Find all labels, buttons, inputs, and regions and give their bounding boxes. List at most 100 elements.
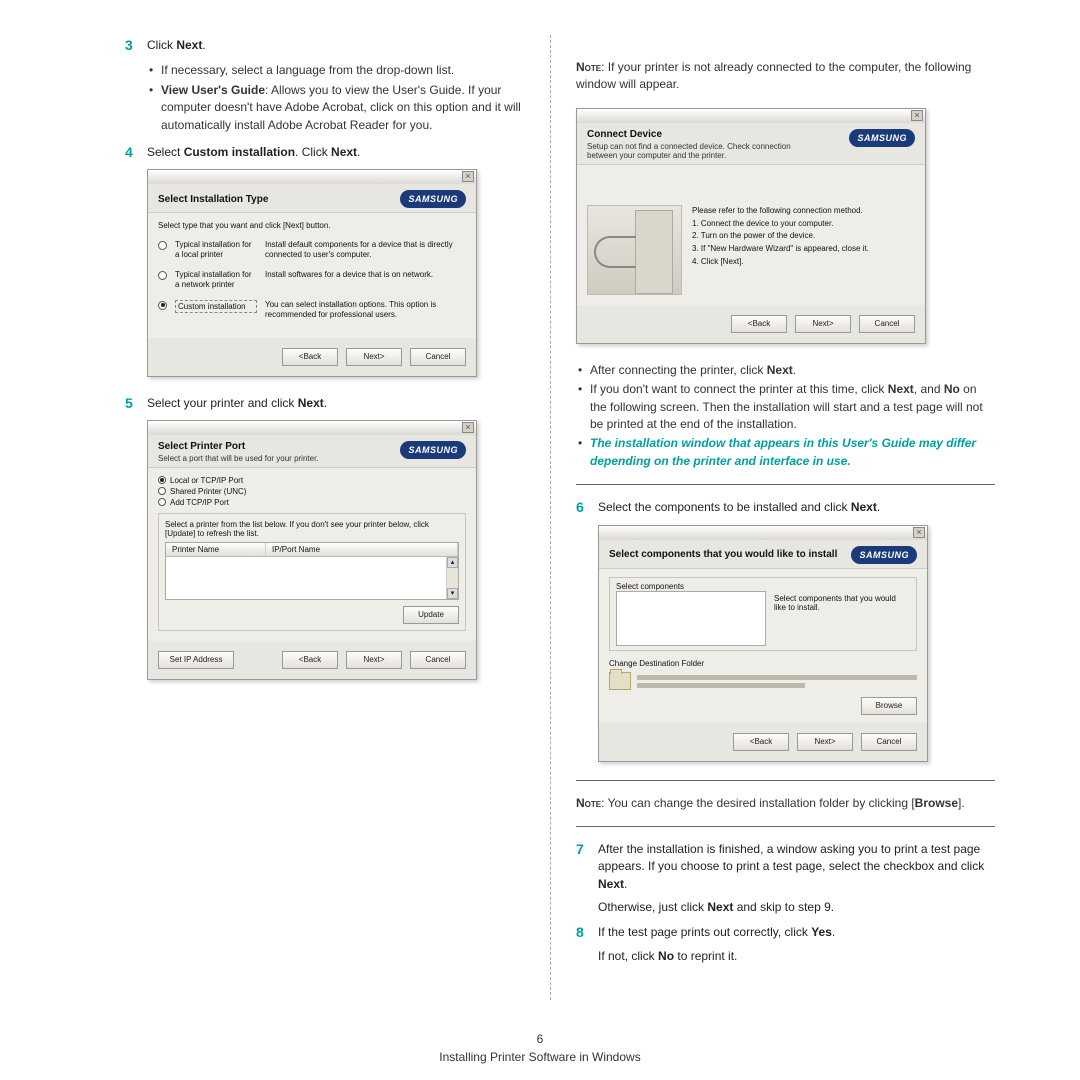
folder-icon [609, 672, 631, 690]
text: to reprint it. [674, 949, 737, 963]
text-bold: Yes [811, 925, 832, 939]
bullet-italic: The installation window that appears in … [576, 435, 995, 470]
port-option-add[interactable]: Add TCP/IP Port [158, 498, 466, 507]
back-button[interactable]: <Back [731, 315, 787, 333]
text: If the test page prints out correctly, c… [598, 925, 811, 939]
next-button[interactable]: Next> [797, 733, 853, 751]
note-browse: Note: You can change the desired install… [576, 795, 995, 812]
page-content: 3 Click Next. If necessary, select a lan… [0, 0, 1080, 1010]
button-row: <Back Next> Cancel [599, 723, 927, 761]
cancel-button[interactable]: Cancel [859, 315, 915, 333]
option-network[interactable]: Typical installation for a network print… [158, 270, 466, 289]
dialog-header: Select Printer Port Select a port that w… [148, 435, 476, 468]
close-icon[interactable]: × [913, 527, 925, 538]
radio-icon[interactable] [158, 487, 166, 495]
text-bold: No [658, 949, 674, 963]
text: . [793, 363, 796, 377]
step-text: Click Next. [147, 37, 525, 54]
after-connect-bullets: After connecting the printer, click Next… [576, 362, 995, 470]
text: : If your printer is not already connect… [576, 60, 971, 91]
cancel-button[interactable]: Cancel [861, 733, 917, 751]
update-button[interactable]: Update [403, 606, 459, 624]
option-local[interactable]: Typical installation for a local printer… [158, 240, 466, 260]
text: : You can change the desired installatio… [601, 796, 915, 810]
option-label: Typical installation for a network print… [175, 270, 257, 289]
scrollbar[interactable]: ▴ ▾ [446, 557, 458, 599]
option-desc: You can select installation options. Thi… [265, 300, 466, 320]
step-number: 3 [125, 37, 147, 54]
text: If not, click [598, 949, 658, 963]
bullet: View User's Guide: Allows you to view th… [147, 82, 525, 134]
text: . Click [295, 145, 331, 159]
page-number: 6 [0, 1032, 1080, 1046]
step-6: 6 Select the components to be installed … [576, 499, 995, 516]
button-row: <Back Next> Cancel [577, 305, 925, 343]
next-button[interactable]: Next> [795, 315, 851, 333]
divider [576, 780, 995, 781]
bullet: If necessary, select a language from the… [147, 62, 525, 79]
step-number: 7 [576, 841, 598, 917]
radio-icon[interactable] [158, 498, 166, 506]
components-listbox[interactable] [616, 591, 766, 646]
text-bold: Next [598, 877, 624, 891]
button-row: <Back Next> Cancel [148, 338, 476, 376]
step-number: 4 [125, 144, 147, 161]
text: Otherwise, just click [598, 900, 707, 914]
text-bold: Custom installation [184, 145, 295, 159]
text: and skip to step 9. [733, 900, 834, 914]
back-button[interactable]: <Back [282, 348, 338, 366]
printer-listbox[interactable]: Printer Name IP/Port Name ▴ ▾ [165, 542, 459, 600]
text: If you don't want to connect the printer… [590, 382, 888, 396]
side-text: Select components that you would like to… [774, 582, 910, 646]
step3-bullets: If necessary, select a language from the… [147, 62, 525, 134]
scroll-down-icon[interactable]: ▾ [447, 588, 458, 599]
step-text: Select the components to be installed an… [598, 499, 995, 516]
text-bold: Next [331, 145, 357, 159]
samsung-logo: SAMSUNG [400, 190, 466, 208]
browse-button[interactable]: Browse [861, 697, 917, 715]
next-button[interactable]: Next> [346, 348, 402, 366]
option-custom[interactable]: Custom installation You can select insta… [158, 300, 466, 320]
port-option-shared[interactable]: Shared Printer (UNC) [158, 487, 466, 496]
page-footer: 6 Installing Printer Software in Windows [0, 1032, 1080, 1064]
scroll-up-icon[interactable]: ▴ [447, 557, 458, 568]
set-ip-button[interactable]: Set IP Address [158, 651, 234, 669]
samsung-logo: SAMSUNG [849, 129, 915, 147]
close-icon[interactable]: × [462, 422, 474, 433]
radio-icon[interactable] [158, 271, 167, 280]
text-bold: Next [851, 500, 877, 514]
text: . [877, 500, 880, 514]
text: . [324, 396, 327, 410]
right-column: Note: If your printer is not already con… [550, 35, 995, 1000]
text-bold: Next [888, 382, 914, 396]
text-bold: Next [767, 363, 793, 377]
radio-icon[interactable] [158, 476, 166, 484]
step-number: 8 [576, 924, 598, 965]
next-button[interactable]: Next> [346, 651, 402, 669]
text-bold: Next [707, 900, 733, 914]
cancel-button[interactable]: Cancel [410, 651, 466, 669]
step-text: Select Custom installation. Click Next. [147, 144, 525, 161]
note-label: Note [576, 60, 601, 74]
close-icon[interactable]: × [462, 171, 474, 182]
dialog-body: Select type that you want and click [Nex… [148, 213, 476, 337]
titlebar: × [148, 170, 476, 184]
step-number: 5 [125, 395, 147, 412]
back-button[interactable]: <Back [282, 651, 338, 669]
text: . [624, 877, 627, 891]
text: Select [147, 145, 184, 159]
radio-icon[interactable] [158, 241, 167, 250]
text: . [832, 925, 835, 939]
note-label: Note [576, 796, 601, 810]
step-8: 8 If the test page prints out correctly,… [576, 924, 995, 965]
port-option-local[interactable]: Local or TCP/IP Port [158, 476, 466, 485]
text-bold: View User's Guide [161, 83, 265, 97]
text: . [202, 38, 205, 52]
close-icon[interactable]: × [911, 110, 923, 121]
list-header: Printer Name IP/Port Name [166, 543, 458, 557]
back-button[interactable]: <Back [733, 733, 789, 751]
cancel-button[interactable]: Cancel [410, 348, 466, 366]
button-row: Set IP Address <Back Next> Cancel [148, 641, 476, 679]
radio-icon[interactable] [158, 301, 167, 310]
text: ]. [958, 796, 965, 810]
